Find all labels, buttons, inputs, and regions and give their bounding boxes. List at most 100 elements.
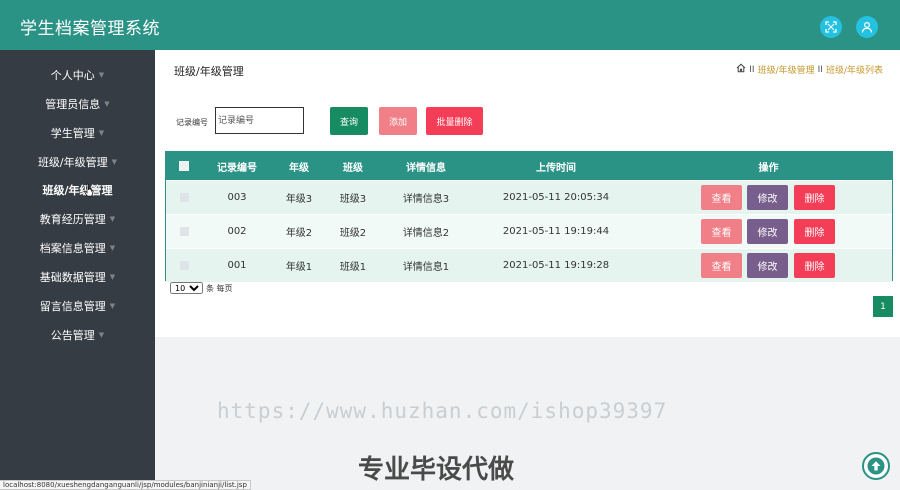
table-row: 002 年级2 班级2 详情信息2 2021-05-11 19:19:44 查看… (166, 215, 892, 248)
header-cell: 班级 (343, 162, 363, 174)
sidebar-item-base-data[interactable]: 基础数据管理 ▼ (0, 266, 155, 288)
sidebar-item-class-grade-management[interactable]: 班级/年级管理 ▼ (0, 151, 155, 173)
sidebar-item-label: 基础数据管理 (39, 271, 106, 284)
cell-class: 班级3 (339, 194, 367, 205)
cell-grade: 年级1 (285, 262, 313, 273)
delete-button[interactable]: 删除 (794, 185, 835, 210)
sidebar-item-label: 班级/年级管理 (37, 156, 108, 169)
sidebar-item-label: 个人中心 (50, 69, 95, 82)
sidebar-item-education-history[interactable]: 教育经历管理 ▼ (0, 208, 155, 230)
header-cell: 记录编号 (217, 162, 257, 174)
page-size-control: 10 条 每页 (170, 282, 233, 294)
sidebar-item-messages[interactable]: 留言信息管理 ▼ (0, 295, 155, 317)
row-select-cell (171, 249, 197, 282)
view-button[interactable]: 查看 (701, 253, 742, 278)
user-button[interactable] (856, 16, 878, 38)
search-label: 记录编号 (176, 118, 208, 127)
page-size-select[interactable]: 10 (170, 282, 203, 294)
sidebar-item-personal-center[interactable]: 个人中心 ▼ (0, 64, 155, 86)
chevron-down-icon: ▼ (98, 331, 105, 339)
view-button[interactable]: 查看 (701, 185, 742, 210)
edit-button[interactable]: 修改 (747, 253, 788, 278)
chevron-down-icon: ▼ (109, 215, 116, 223)
cell-detail: 详情信息1 (402, 262, 450, 273)
breadcrumb-current: 班级/年级列表 (825, 66, 883, 76)
sidebar: 个人中心 ▼ 管理员信息 ▼ 学生管理 ▼ 班级/年级管理 ▼ 班级/年级管理 教育经历… (0, 50, 155, 490)
chevron-down-icon: ▼ (109, 302, 116, 310)
sidebar-item-label: 班级/年级管理 (42, 184, 113, 197)
table-header: 记录编号 年级 班级 详情信息 上传时间 操作 (166, 152, 892, 180)
breadcrumb-separator: II (749, 64, 755, 75)
header-cell-select (171, 152, 197, 180)
sidebar-item-announcements[interactable]: 公告管理 ▼ (0, 324, 155, 346)
hand-cursor-icon (84, 183, 94, 197)
home-icon[interactable] (736, 63, 746, 76)
sidebar-item-label: 留言信息管理 (39, 300, 106, 313)
header-cell: 详情信息 (406, 162, 446, 174)
chevron-down-icon: ▼ (98, 129, 105, 137)
sidebar-subitem-class-grade-management[interactable]: 班级/年级管理 (0, 179, 155, 201)
fullscreen-button[interactable] (820, 16, 842, 38)
search-input[interactable] (215, 107, 304, 134)
cell-grade: 年级2 (285, 228, 313, 239)
promo-text: 专业毕设代做 (358, 455, 515, 485)
sidebar-item-archive-info[interactable]: 档案信息管理 ▼ (0, 237, 155, 259)
cell-class: 班级2 (339, 228, 367, 239)
cell-record-id: 001 (227, 260, 247, 271)
chevron-down-icon: ▼ (111, 158, 118, 166)
header-cell: 年级 (289, 162, 309, 174)
row-select-cell (171, 181, 197, 214)
data-table: 记录编号 年级 班级 详情信息 上传时间 操作 003 年级3 班级3 详情信息… (165, 151, 893, 282)
table-row: 003 年级3 班级3 详情信息3 2021-05-11 20:05:34 查看… (166, 181, 892, 214)
row-select-cell (171, 215, 197, 248)
sidebar-item-admin-info[interactable]: 管理员信息 ▼ (0, 93, 155, 115)
watermark-text: https://www.huzhan.com/ishop39397 (217, 399, 668, 423)
sidebar-item-label: 学生管理 (50, 127, 95, 140)
cell-upload-time: 2021-05-11 19:19:44 (502, 226, 610, 237)
user-icon (861, 21, 873, 33)
sidebar-item-label: 管理员信息 (45, 98, 101, 111)
view-button[interactable]: 查看 (701, 219, 742, 244)
app-title: 学生档案管理系统 (20, 19, 160, 39)
arrow-up-icon (867, 457, 885, 475)
cell-record-id: 003 (227, 192, 247, 203)
chevron-down-icon: ▼ (104, 100, 110, 108)
back-to-top-button[interactable] (862, 452, 890, 480)
page-number-button[interactable]: 1 (873, 296, 893, 317)
sidebar-item-label: 公告管理 (50, 329, 95, 342)
cell-upload-time: 2021-05-11 20:05:34 (502, 192, 610, 203)
fullscreen-icon (825, 21, 837, 33)
row-checkbox[interactable] (179, 193, 189, 202)
cell-detail: 详情信息3 (402, 194, 450, 205)
sidebar-item-label: 教育经历管理 (39, 213, 106, 226)
cell-detail: 详情信息2 (402, 228, 450, 239)
breadcrumb-separator: II (817, 64, 823, 75)
header-cell: 上传时间 (536, 162, 576, 174)
row-checkbox[interactable] (179, 227, 189, 236)
delete-button[interactable]: 删除 (794, 253, 835, 278)
page-title: 班级/年级管理 (174, 65, 244, 78)
edit-button[interactable]: 修改 (747, 219, 788, 244)
header-cell: 操作 (758, 162, 779, 174)
add-button[interactable]: 添加 (379, 107, 417, 135)
cell-grade: 年级3 (285, 194, 313, 205)
breadcrumb: II 班级/年级管理 II 班级/年级列表 (736, 63, 883, 76)
status-bar-url: localhost:8080/xueshengdanganguanli/jsp/… (0, 480, 251, 490)
content-panel: 班级/年级管理 II 班级/年级管理 II 班级/年级列表 记录编号 查询 添加… (155, 50, 900, 337)
chevron-down-icon: ▼ (98, 71, 105, 79)
select-all-checkbox[interactable] (179, 161, 189, 171)
delete-button[interactable]: 删除 (794, 219, 835, 244)
sidebar-item-student-management[interactable]: 学生管理 ▼ (0, 122, 155, 144)
cell-upload-time: 2021-05-11 19:19:28 (502, 260, 610, 271)
chevron-down-icon: ▼ (109, 273, 116, 281)
row-checkbox[interactable] (179, 261, 189, 270)
edit-button[interactable]: 修改 (747, 185, 788, 210)
chevron-down-icon: ▼ (109, 244, 116, 252)
breadcrumb-link[interactable]: 班级/年级管理 (758, 63, 815, 76)
table-row: 001 年级1 班级1 详情信息1 2021-05-11 19:19:28 查看… (166, 249, 892, 282)
page-size-suffix: 条 每页 (206, 283, 233, 293)
cell-class: 班级1 (339, 262, 367, 273)
sidebar-item-label: 档案信息管理 (39, 242, 106, 255)
batch-delete-button[interactable]: 批量删除 (426, 107, 483, 135)
query-button[interactable]: 查询 (330, 107, 368, 135)
